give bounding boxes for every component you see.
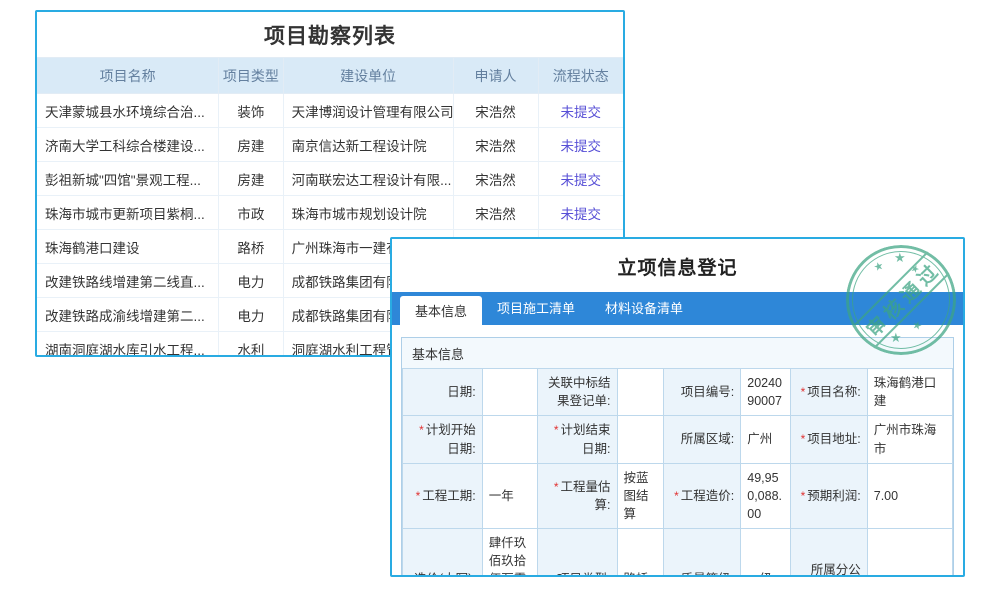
field-value[interactable]: 49,950,088.00 xyxy=(741,463,791,528)
form-panel-title: 立项信息登记 xyxy=(392,239,963,292)
field-label: *工程量估算: xyxy=(537,463,617,528)
field-value[interactable]: 珠海鹤港口建 xyxy=(867,369,952,416)
construction-unit-cell: 天津博润设计管理有限公司 xyxy=(283,94,453,128)
applicant-link[interactable]: 宋浩然 xyxy=(453,94,538,128)
status-badge: 未提交 xyxy=(538,162,623,196)
field-value[interactable]: 肆仟玖佰玖拾伍万零捌拾捌元整 xyxy=(482,529,537,577)
project-name-link[interactable]: 彭祖新城"四馆"景观工程... xyxy=(37,162,219,196)
field-label: 项目类型: xyxy=(537,529,617,577)
section-title: 基本信息 xyxy=(402,338,953,368)
field-label: 质量等级: xyxy=(664,529,741,577)
project-type-cell: 路桥 xyxy=(219,230,283,264)
construction-unit-cell: 河南联宏达工程设计有限... xyxy=(283,162,453,196)
table-row: 珠海市城市更新项目紫桐...市政珠海市城市规划设计院宋浩然未提交 xyxy=(37,196,623,230)
tab-2[interactable]: 材料设备清单 xyxy=(590,290,698,325)
form-row: *工程工期:一年*工程量估算:按蓝图结算*工程造价:49,950,088.00*… xyxy=(403,463,953,528)
table-row: 天津蒙城县水环境综合治...装饰天津博润设计管理有限公司宋浩然未提交 xyxy=(37,94,623,128)
form-row: 日期: 关联中标结果登记单: 项目编号:2024090007*项目名称:珠海鹤港口建 xyxy=(403,369,953,416)
tab-0[interactable]: 基本信息 xyxy=(400,296,482,325)
field-value[interactable] xyxy=(617,416,664,464)
column-header-3: 申请人 xyxy=(453,58,538,94)
column-header-2: 建设单位 xyxy=(283,58,453,94)
applicant-link[interactable]: 宋浩然 xyxy=(453,162,538,196)
project-type-cell: 房建 xyxy=(219,162,283,196)
table-header: 项目名称项目类型建设单位申请人流程状态 xyxy=(37,58,623,94)
construction-unit-cell: 南京信达新工程设计院 xyxy=(283,128,453,162)
form-tabbar: 基本信息项目施工清单材料设备清单 xyxy=(392,292,963,325)
field-label: *计划结束日期: xyxy=(537,416,617,464)
field-value[interactable]: 广州 xyxy=(741,416,791,464)
status-badge: 未提交 xyxy=(538,128,623,162)
form-row: 造价(大写):肆仟玖佰玖拾伍万零捌拾捌元整项目类型:路桥质量等级:一级所属分公司… xyxy=(403,529,953,577)
project-name-link[interactable]: 改建铁路成渝线增建第二... xyxy=(37,298,219,332)
field-label: 所属区域: xyxy=(664,416,741,464)
field-label: 造价(大写): xyxy=(403,529,483,577)
required-marker: * xyxy=(801,432,806,446)
project-name-link[interactable]: 济南大学工科综合楼建设... xyxy=(37,128,219,162)
project-type-cell: 市政 xyxy=(219,196,283,230)
required-marker: * xyxy=(554,423,559,437)
list-panel-title: 项目勘察列表 xyxy=(37,12,623,57)
field-label: *工程工期: xyxy=(403,463,483,528)
field-label: *项目地址: xyxy=(790,416,867,464)
required-marker: * xyxy=(801,489,806,503)
field-value[interactable]: 7.00 xyxy=(867,463,952,528)
field-value[interactable]: 2024090007 xyxy=(741,369,791,416)
column-header-1: 项目类型 xyxy=(219,58,283,94)
field-label: 日期: xyxy=(403,369,483,416)
field-label: 所属分公司: xyxy=(790,529,867,577)
project-name-link[interactable]: 珠海鹤港口建设 xyxy=(37,230,219,264)
project-name-link[interactable]: 珠海市城市更新项目紫桐... xyxy=(37,196,219,230)
field-value[interactable]: 按蓝图结算 xyxy=(617,463,664,528)
field-value[interactable]: 路桥 xyxy=(617,529,664,577)
project-registration-panel: 立项信息登记 基本信息项目施工清单材料设备清单 基本信息 日期:关联中标结果登记… xyxy=(390,237,965,577)
field-value[interactable] xyxy=(617,369,664,416)
field-label: *工程造价: xyxy=(664,463,741,528)
project-name-link[interactable]: 湖南洞庭湖水库引水工程... xyxy=(37,332,219,358)
applicant-link[interactable]: 宋浩然 xyxy=(453,196,538,230)
field-value[interactable] xyxy=(482,416,537,464)
field-label: *预期利润: xyxy=(790,463,867,528)
project-type-cell: 电力 xyxy=(219,264,283,298)
table-row: 彭祖新城"四馆"景观工程...房建河南联宏达工程设计有限...宋浩然未提交 xyxy=(37,162,623,196)
field-value[interactable]: 广州市珠海市 xyxy=(867,416,952,464)
basic-info-fieldset: 基本信息 日期: 关联中标结果登记单: 项目编号:2024090007*项目名称:珠… xyxy=(401,337,954,577)
construction-unit-cell: 珠海市城市规划设计院 xyxy=(283,196,453,230)
field-label: *项目名称: xyxy=(790,369,867,416)
required-marker: * xyxy=(416,489,421,503)
project-name-link[interactable]: 天津蒙城县水环境综合治... xyxy=(37,94,219,128)
project-type-cell: 水利 xyxy=(219,332,283,358)
field-value[interactable]: 一级 xyxy=(741,529,791,577)
form-row: *计划开始日期: *计划结束日期: 所属区域:广州*项目地址:广州市珠海市 xyxy=(403,416,953,464)
required-marker: * xyxy=(674,489,679,503)
column-header-0: 项目名称 xyxy=(37,58,219,94)
tab-1[interactable]: 项目施工清单 xyxy=(482,290,590,325)
applicant-link[interactable]: 宋浩然 xyxy=(453,128,538,162)
column-header-4: 流程状态 xyxy=(538,58,623,94)
field-value[interactable] xyxy=(482,369,537,416)
required-marker: * xyxy=(419,423,424,437)
table-row: 济南大学工科综合楼建设...房建南京信达新工程设计院宋浩然未提交 xyxy=(37,128,623,162)
field-value[interactable] xyxy=(867,529,952,577)
required-marker: * xyxy=(801,385,806,399)
required-marker: * xyxy=(554,480,559,494)
field-value[interactable]: 一年 xyxy=(482,463,537,528)
project-name-link[interactable]: 改建铁路线增建第二线直... xyxy=(37,264,219,298)
basic-info-form-table: 日期: 关联中标结果登记单: 项目编号:2024090007*项目名称:珠海鹤港口建… xyxy=(402,368,953,577)
field-label: 关联中标结果登记单: xyxy=(537,369,617,416)
status-badge: 未提交 xyxy=(538,94,623,128)
project-type-cell: 房建 xyxy=(219,128,283,162)
status-badge: 未提交 xyxy=(538,196,623,230)
project-type-cell: 电力 xyxy=(219,298,283,332)
field-label: 项目编号: xyxy=(664,369,741,416)
field-label: *计划开始日期: xyxy=(403,416,483,464)
project-type-cell: 装饰 xyxy=(219,94,283,128)
